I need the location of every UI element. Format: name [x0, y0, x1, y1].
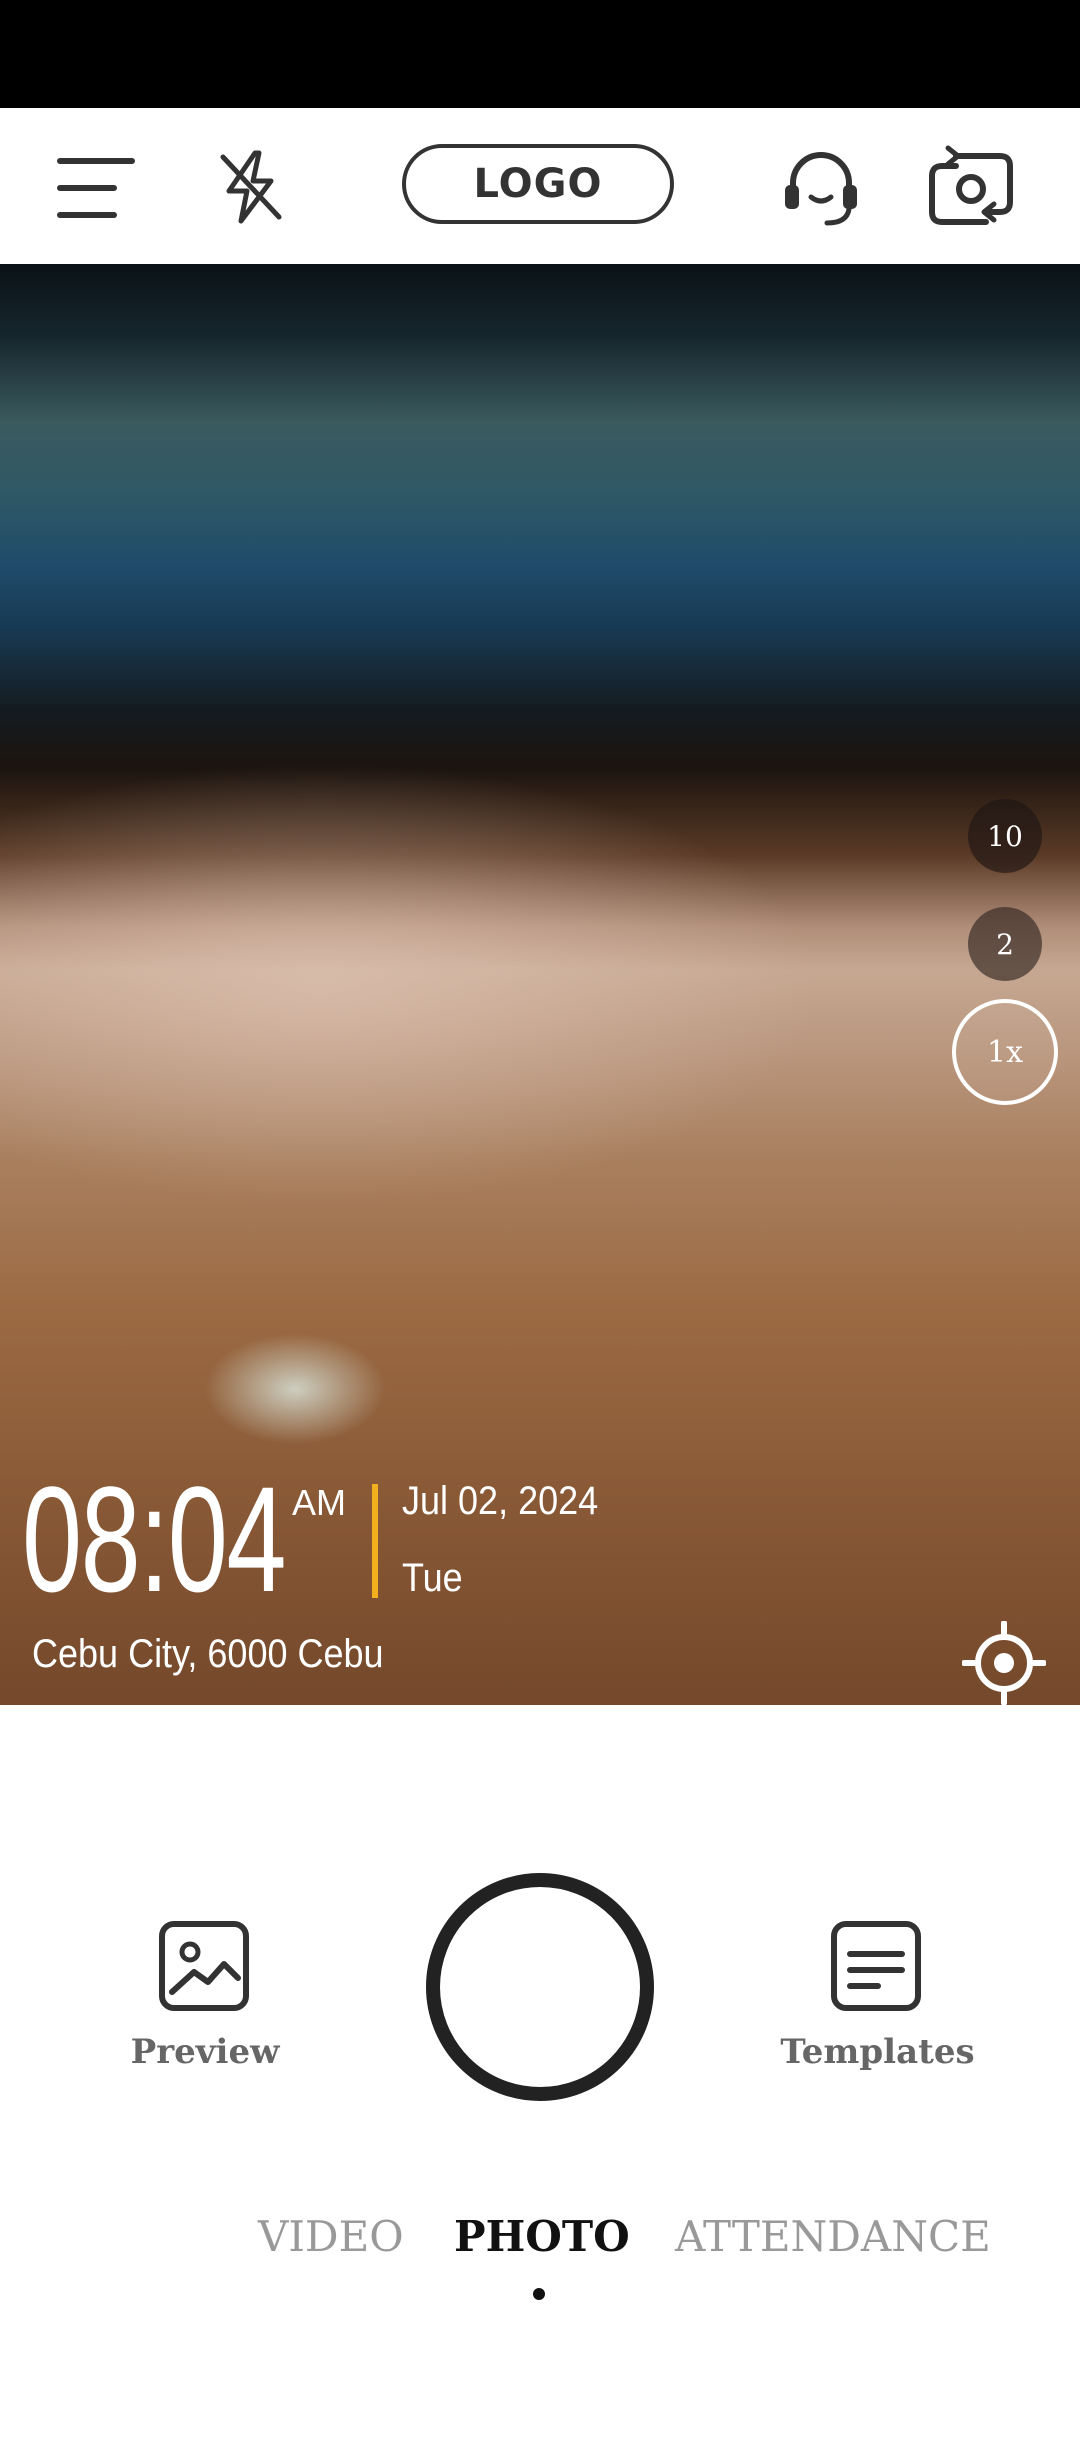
flash-toggle-button[interactable] [206, 142, 296, 232]
watermark-ampm: AM [292, 1482, 346, 1523]
templates-icon [831, 1921, 921, 2011]
templates-label: Templates [780, 2032, 975, 2072]
flash-off-icon [220, 150, 282, 224]
zoom-option-10[interactable]: 10 [968, 799, 1042, 873]
image-icon [159, 1921, 249, 2011]
mode-tabs: VIDEO PHOTO ATTENDANCE [0, 2212, 1080, 2272]
selected-mode-indicator [533, 2288, 545, 2300]
timestamp-watermark: 08:04 AM Jul 02, 2024 Tue Cebu City, 600… [0, 264, 1080, 1705]
watermark-time: 08:04 [22, 1455, 287, 1623]
watermark-day: Tue [402, 1556, 463, 1600]
camera-switch-icon [929, 145, 1013, 225]
status-bar [0, 0, 1080, 108]
tab-video[interactable]: VIDEO [258, 2212, 404, 2261]
crosshair-location-icon [962, 1621, 1046, 1705]
templates-button[interactable]: Templates [770, 1920, 985, 2100]
zoom-option-1x[interactable]: 1x [952, 999, 1058, 1105]
tab-attendance[interactable]: ATTENDANCE [675, 2212, 991, 2261]
zoom-option-2[interactable]: 2 [968, 907, 1042, 981]
locate-button[interactable] [960, 1619, 1048, 1705]
logo-button[interactable]: LOGO [402, 144, 674, 224]
watermark-location: Cebu City, 6000 Cebu [32, 1632, 384, 1676]
shutter-button[interactable] [426, 1873, 654, 2101]
preview-button[interactable]: Preview [120, 1920, 290, 2100]
top-bar: LOGO [0, 108, 1080, 264]
camera-switch-button[interactable] [924, 142, 1018, 236]
headset-icon [785, 152, 857, 226]
camera-controls: Preview Templates VIDEO PHOTO ATTENDANCE [0, 1705, 1080, 2460]
support-button[interactable] [776, 144, 866, 234]
preview-label: Preview [130, 2032, 280, 2072]
menu-button[interactable] [48, 148, 144, 228]
watermark-date: Jul 02, 2024 [402, 1479, 599, 1523]
tab-photo[interactable]: PHOTO [454, 2212, 630, 2261]
watermark-divider [372, 1484, 378, 1598]
menu-icon [57, 158, 135, 218]
camera-viewfinder[interactable]: 10 2 1x 08:04 AM Jul 02, 2024 Tue Cebu C… [0, 264, 1080, 1705]
